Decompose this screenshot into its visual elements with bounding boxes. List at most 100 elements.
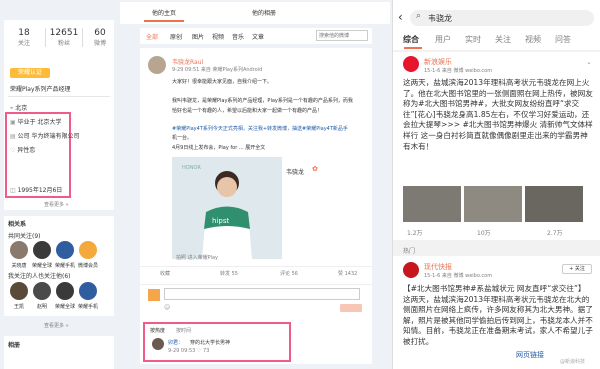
stat-num: 12651 — [49, 28, 79, 38]
birthday-row: ◫ 1995年12月6日 — [10, 185, 62, 194]
repost-count[interactable]: 1.2万 — [407, 228, 423, 237]
avatar[interactable] — [56, 241, 74, 259]
composer-avatar-icon — [148, 289, 160, 301]
gender-row: ♡ 异性恋 — [10, 145, 35, 154]
tab-video[interactable]: 视频 — [525, 34, 541, 45]
search-icon: ⌕ — [416, 11, 422, 21]
avatar[interactable] — [56, 282, 74, 300]
emoji-icon[interactable]: ☺ — [164, 304, 170, 311]
dropdown-icon[interactable]: ⌄ — [586, 58, 592, 66]
like-button[interactable]: 赞 1432 — [338, 270, 357, 277]
tab-general[interactable]: 综合 — [403, 34, 419, 45]
location-text: 北京 — [15, 105, 28, 112]
stat-num: 18 — [18, 28, 30, 38]
card-emoji-icon: ✿ — [312, 165, 318, 173]
post-avatar[interactable] — [148, 56, 166, 74]
post-line: 恰好也是一个有趣的人，希望以后能和大家一起做一个有趣的产品！ — [172, 108, 323, 114]
tab-active-underline — [144, 20, 184, 22]
tab-user[interactable]: 用户 — [435, 34, 451, 45]
verify-badge: 荣耀认证 — [10, 68, 50, 78]
tab-home[interactable]: 他的主页 — [152, 8, 176, 17]
post1-image[interactable] — [464, 186, 522, 222]
post-line: 我叫韦骁龙，是荣耀Play系列的产品经理，Play系列是一个有趣的产品系列，而我 — [172, 98, 353, 104]
comment-text: 穿的北大学长男神 — [190, 340, 231, 346]
weibo-search-input[interactable] — [316, 30, 368, 41]
avatar[interactable] — [33, 282, 51, 300]
post1-stats: 1.2万 10万 2.7万 — [393, 226, 600, 238]
avatar[interactable] — [79, 282, 97, 300]
filter-music[interactable]: 音乐 — [232, 32, 244, 41]
card-name[interactable]: 韦骁龙 — [286, 167, 304, 176]
tab-realtime[interactable]: 实时 — [465, 34, 481, 45]
post2-meta: 15-1-6 来自 微博 weibo.com — [424, 273, 493, 279]
stat-follow[interactable]: 18 关注 — [8, 28, 40, 47]
mutual-name[interactable]: 微博会员 — [75, 262, 101, 269]
comment-user[interactable]: 卯君： — [168, 339, 183, 346]
comment-count[interactable]: 10万 — [477, 228, 491, 237]
post1-text: 这两天，盐城滨海2013年理科高考状元韦骁龙在网上火了。他在北大图书馆里的一张侧… — [403, 78, 593, 151]
send-button[interactable] — [340, 304, 362, 312]
post-line[interactable]: 4月9日线上发布会，Play for ... 展开全文 — [172, 144, 265, 151]
filter-all[interactable]: 全部 — [146, 32, 158, 41]
post2-name[interactable]: 现代快报 — [424, 262, 452, 272]
card-link[interactable]: 拍照 进入荣耀Play — [176, 254, 218, 261]
action-bar: 收藏 转发 55 评论 56 赞 1432 — [140, 266, 372, 280]
tab-hot[interactable]: 按热度 — [150, 327, 165, 334]
more-link[interactable]: 查看更多 » — [44, 201, 69, 208]
repost-button[interactable]: 转发 55 — [220, 270, 238, 277]
follow-name[interactable]: 荣耀手机 — [75, 303, 101, 310]
cake-icon: ◫ — [10, 187, 18, 194]
company-text: 公司 华为终端有限公司 — [17, 133, 80, 140]
post1-name[interactable]: 新浪娱乐 — [424, 57, 452, 67]
mobile-search-text[interactable]: 韦骁龙 — [428, 13, 452, 24]
commenter-avatar[interactable] — [152, 338, 164, 350]
post2-text: 【#北大图书馆男神#系盐城状元 网友直呼“求交往”】这两天，盐城滨海2013年理… — [403, 284, 593, 346]
tab-album[interactable]: 他的相册 — [252, 8, 276, 17]
tab-time[interactable]: 按时间 — [176, 327, 191, 334]
stat-label: 粉丝 — [57, 40, 70, 47]
tab-follow[interactable]: 关注 — [495, 34, 511, 45]
post-author[interactable]: 韦骁龙Raul — [172, 57, 203, 66]
post1-image[interactable] — [403, 186, 461, 222]
comment-button[interactable]: 评论 56 — [280, 270, 298, 277]
stat-fans[interactable]: 12651 粉丝 — [45, 28, 83, 47]
post-line: #荣耀Play4T系列今天正式亮相，关注我+转发微博，抽送#荣耀Play4T新品… — [172, 126, 348, 132]
stat-label: 关注 — [17, 40, 30, 47]
filter-pic[interactable]: 图片 — [192, 32, 204, 41]
tab-qa[interactable]: 问答 — [555, 34, 571, 45]
comment-time: 9-29 09:53 ♡ 73 — [168, 348, 210, 354]
gender-text: 异性恋 — [17, 147, 36, 154]
filter-original[interactable]: 原创 — [170, 32, 182, 41]
svg-text:HONOR: HONOR — [182, 165, 201, 171]
svg-text:hipst: hipst — [212, 217, 229, 225]
company-row[interactable]: ▤ 公司 华为终端有限公司 — [10, 131, 80, 140]
avatar[interactable] — [10, 282, 28, 300]
tab-active-underline — [404, 47, 422, 49]
watermark: @新浪科技 — [560, 359, 586, 365]
follow-button[interactable]: + 关注 — [562, 264, 592, 274]
album-title[interactable]: 相册 — [8, 340, 20, 349]
more-link[interactable]: 查看更多 » — [44, 322, 69, 329]
xdkb-avatar[interactable] — [403, 262, 419, 278]
post1-image[interactable] — [525, 186, 583, 222]
post-line: 机一台。 — [172, 135, 193, 141]
post-image[interactable]: hipst HONOR — [172, 157, 282, 259]
filter-article[interactable]: 文章 — [252, 32, 264, 41]
avatar[interactable] — [10, 241, 28, 259]
verify-desc: 荣耀Play系列产品经理 — [10, 86, 71, 93]
company-icon: ▤ — [10, 133, 18, 140]
sina-ent-avatar[interactable] — [403, 56, 419, 72]
avatar[interactable] — [33, 241, 51, 259]
like-count[interactable]: 2.7万 — [547, 228, 563, 237]
post2-link[interactable]: 网页链接 — [516, 350, 544, 360]
comment-input[interactable] — [164, 288, 360, 300]
avatar[interactable] — [79, 241, 97, 259]
stat-weibo[interactable]: 60 微博 — [86, 28, 114, 47]
school-row[interactable]: ▣ 毕业于 北京大学 — [10, 117, 62, 126]
favorite-button[interactable]: 收藏 — [160, 270, 170, 277]
school-text: 毕业于 北京大学 — [17, 119, 62, 126]
back-icon[interactable]: ‹ — [398, 10, 403, 24]
hot-label: 热门 — [403, 248, 416, 255]
filter-video[interactable]: 视频 — [212, 32, 224, 41]
follow-title: 我关注的人也关注他(6) — [8, 273, 71, 280]
